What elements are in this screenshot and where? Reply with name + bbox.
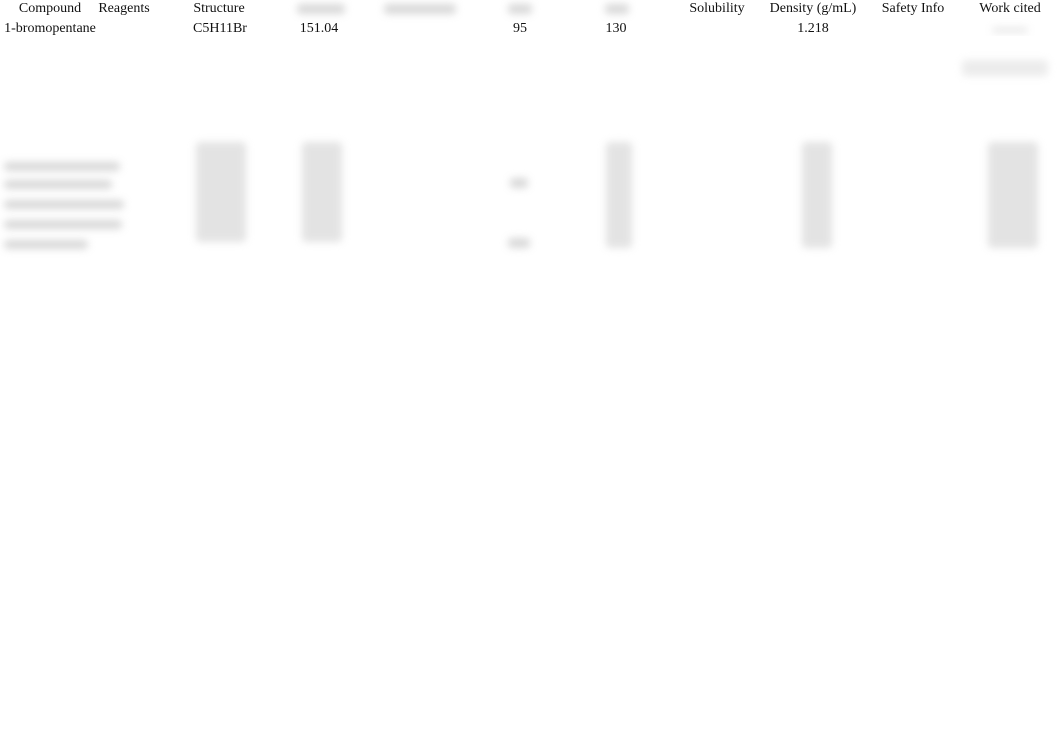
cell-structure: C5H11Br — [193, 21, 247, 36]
cell-work-cited-blurred — [992, 27, 1028, 33]
blurred-box — [962, 60, 1048, 76]
table-row: 1-bromopentane C5H11Br 151.04 95 130 1.2… — [0, 0, 1062, 36]
cell-compound: 1-bromopentane — [4, 21, 96, 36]
cell-col7: 130 — [605, 21, 627, 36]
cell-molar-mass: 151.04 — [299, 21, 339, 36]
cell-col6: 95 — [513, 21, 527, 36]
cell-density: 1.218 — [797, 21, 829, 36]
